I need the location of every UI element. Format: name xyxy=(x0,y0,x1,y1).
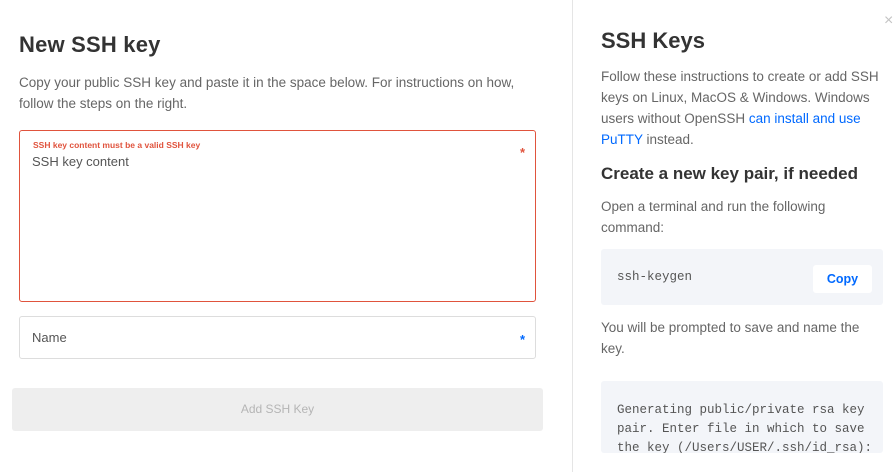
validation-error: SSH key content must be a valid SSH key xyxy=(33,140,201,150)
help-intro-suffix: instead. xyxy=(642,132,694,147)
ssh-keys-help-panel: SSH Keys Follow these instructions to cr… xyxy=(573,0,896,472)
ssh-key-content-input[interactable] xyxy=(28,175,527,293)
help-title: SSH Keys xyxy=(601,28,705,53)
copy-button[interactable]: Copy xyxy=(813,265,872,293)
terminal-output-block: Generating public/private rsa key pair. … xyxy=(601,381,883,453)
close-icon[interactable]: × xyxy=(884,12,896,30)
name-field[interactable]: * xyxy=(19,316,536,359)
ssh-key-content-field[interactable]: SSH key content must be a valid SSH key … xyxy=(19,130,536,302)
new-ssh-key-form: New SSH key Copy your public SSH key and… xyxy=(0,0,572,472)
help-intro: Follow these instructions to create or a… xyxy=(601,66,886,150)
ssh-key-content-label: SSH key content xyxy=(32,154,129,169)
step-save-key: You will be prompted to save and name th… xyxy=(601,320,860,356)
ssh-keygen-command: ssh-keygen xyxy=(617,270,693,284)
step-open-terminal: Open a terminal and run the following co… xyxy=(601,199,826,235)
form-intro: Copy your public SSH key and paste it in… xyxy=(19,75,515,111)
required-marker: * xyxy=(519,145,525,160)
add-ssh-key-button[interactable]: Add SSH Key xyxy=(12,388,543,431)
required-marker: * xyxy=(519,332,525,347)
page-title: New SSH key xyxy=(19,32,161,57)
command-block: ssh-keygen Copy xyxy=(601,249,883,305)
create-key-pair-heading: Create a new key pair, if needed xyxy=(601,164,859,183)
terminal-output: Generating public/private rsa key pair. … xyxy=(617,403,873,453)
name-input[interactable] xyxy=(32,317,505,358)
